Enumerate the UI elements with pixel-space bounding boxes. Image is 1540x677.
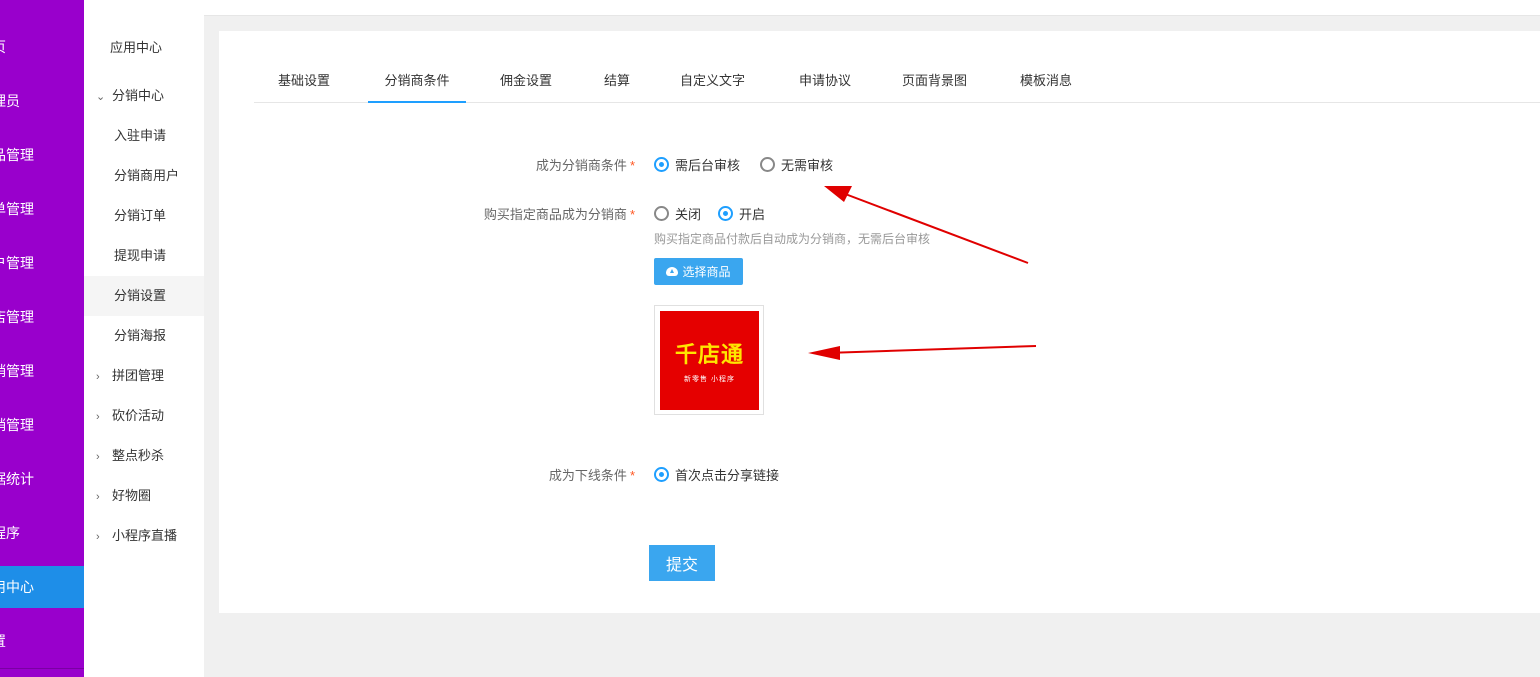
buy-product-tip: 购买指定商品付款后自动成为分销商，无需后台审核	[654, 232, 931, 246]
sub-nav-item-distribution-settings[interactable]: 分销设置	[84, 276, 204, 316]
radio-checked-icon	[654, 157, 669, 172]
top-bar	[204, 0, 1540, 16]
tab-application-agreement[interactable]: 申请协议	[799, 61, 851, 103]
cloud-upload-icon	[666, 267, 679, 276]
radio-off[interactable]: 关闭	[654, 204, 701, 223]
product-thumbnail[interactable]: 千店通 新零售 小程序	[654, 305, 764, 415]
logo-subtext: 新零售 小程序	[684, 376, 735, 383]
radio-need-review[interactable]: 需后台审核	[654, 155, 740, 174]
product-logo-image: 千店通 新零售 小程序	[660, 311, 759, 410]
condition-label: 成为分销商条件 *	[535, 158, 635, 173]
chevron-right-icon: ›	[96, 451, 100, 463]
sub-nav-group[interactable]: › 好物圈	[84, 476, 204, 516]
sub-nav-item[interactable]: 入驻申请	[84, 116, 204, 156]
radio-checked-icon	[718, 206, 733, 221]
main-nav-item[interactable]: 销管理	[0, 398, 84, 452]
chevron-right-icon: ›	[96, 531, 100, 543]
main-nav-item[interactable]: 品管理	[0, 128, 84, 182]
main-nav-item[interactable]: 单管理	[0, 182, 84, 236]
main-nav-item[interactable]: 店管理	[0, 290, 84, 344]
radio-on[interactable]: 开启	[718, 204, 765, 223]
tab-custom-text[interactable]: 自定义文字	[680, 61, 745, 103]
main-nav-item-app-center[interactable]: 用中心	[0, 566, 84, 608]
sub-nav-group[interactable]: › 小程序直播	[84, 516, 204, 556]
main-nav-item[interactable]: 户管理	[0, 236, 84, 290]
main-nav-item[interactable]: 理员	[0, 74, 84, 128]
tab-page-background[interactable]: 页面背景图	[902, 61, 967, 103]
main-nav-item[interactable]: 程序	[0, 506, 84, 560]
radio-first-click-share[interactable]: 首次点击分享链接	[654, 465, 779, 484]
required-mark: *	[629, 158, 635, 173]
sub-nav-item[interactable]: 分销商用户	[84, 156, 204, 196]
sidebar-divider	[0, 668, 84, 669]
main-sidebar: 页 理员 品管理 单管理 户管理 店管理 销管理 销管理 据统计 程序 用中心 …	[0, 0, 84, 677]
sub-nav-item[interactable]: 分销海报	[84, 316, 204, 356]
buy-product-label: 购买指定商品成为分销商 *	[483, 207, 635, 222]
tab-basic-settings[interactable]: 基础设置	[278, 61, 330, 103]
tab-settlement[interactable]: 结算	[604, 61, 630, 103]
select-product-button[interactable]: 选择商品	[654, 258, 743, 285]
settings-panel: 基础设置 分销商条件 佣金设置 结算 自定义文字 申请协议 页面背景图 模板消息…	[219, 31, 1540, 613]
main-nav-item[interactable]: 置	[0, 614, 84, 668]
logo-text: 千店通	[674, 342, 744, 367]
main-nav-item[interactable]: 据统计	[0, 452, 84, 506]
chevron-right-icon: ›	[96, 371, 100, 383]
chevron-right-icon: ›	[96, 491, 100, 503]
radio-checked-icon	[654, 467, 669, 482]
sub-nav-group[interactable]: › 砍价活动	[84, 396, 204, 436]
chevron-down-icon: ⌄	[96, 91, 106, 103]
required-mark: *	[629, 207, 635, 222]
main-nav-item[interactable]: 页	[0, 20, 84, 74]
radio-unchecked-icon	[760, 157, 775, 172]
tab-template-messages[interactable]: 模板消息	[1020, 61, 1072, 103]
sub-nav-group[interactable]: › 整点秒杀	[84, 436, 204, 476]
submit-button[interactable]: 提交	[649, 545, 715, 581]
sub-sidebar: 应用中心 ⌄ 分销中心 入驻申请 分销商用户 分销订单 提现申请 分销设置 分销海…	[84, 0, 204, 677]
sub-nav-item[interactable]: 提现申请	[84, 236, 204, 276]
chevron-right-icon: ›	[96, 411, 100, 423]
tab-distributor-conditions[interactable]: 分销商条件	[368, 61, 466, 103]
sub-nav-item[interactable]: 分销订单	[84, 196, 204, 236]
tab-bar: 基础设置 分销商条件 佣金设置 结算 自定义文字 申请协议 页面背景图 模板消息	[254, 61, 1540, 103]
radio-unchecked-icon	[654, 206, 669, 221]
sub-sidebar-title: 应用中心	[110, 40, 163, 55]
main-nav-item[interactable]: 销管理	[0, 344, 84, 398]
downline-label: 成为下线条件 *	[548, 468, 635, 483]
sub-nav-distribution-center[interactable]: ⌄ 分销中心	[84, 76, 204, 116]
radio-no-review[interactable]: 无需审核	[760, 155, 833, 174]
sub-nav-group[interactable]: › 拼团管理	[84, 356, 204, 396]
tab-commission-settings[interactable]: 佣金设置	[500, 61, 552, 103]
required-mark: *	[629, 468, 635, 483]
